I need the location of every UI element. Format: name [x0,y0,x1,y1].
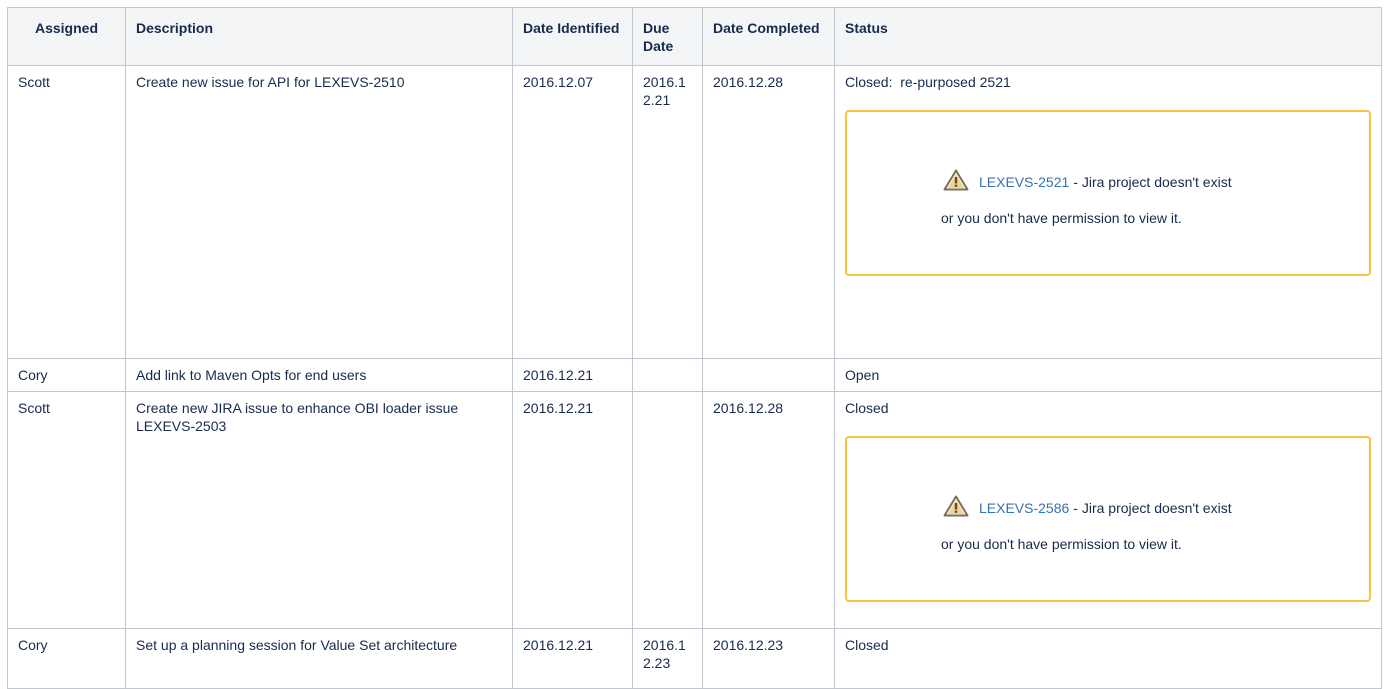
header-assigned: Assigned [7,7,126,66]
header-date-completed: Date Completed [702,7,835,66]
cell-date-identified: 2016.12.21 [512,391,633,629]
cell-date-completed: 2016.12.28 [702,65,835,359]
table-row: Scott Create new issue for API for LEXEV… [7,65,1382,359]
jira-issue-panel: LEXEVS-2521 - Jira project doesn't exist… [845,110,1371,276]
jira-message-text: - Jira project doesn't exist [1073,500,1232,516]
cell-due-date [632,358,703,392]
jira-message-continuation: or you don't have permission to view it. [941,536,1182,552]
action-items-table: Assigned Description Date Identified Due… [7,7,1382,689]
jira-issue-link[interactable]: LEXEVS-2521 [979,173,1069,191]
header-description: Description [125,7,513,66]
cell-assigned: Cory [7,358,126,392]
cell-status: Closed: re-purposed 2521 LEXEVS-2521 - J… [834,65,1382,359]
warning-triangle-icon [943,169,969,191]
cell-status: Closed [834,628,1382,689]
table-header-row: Assigned Description Date Identified Due… [7,7,1382,66]
warning-triangle-icon [943,495,969,517]
header-status: Status [834,7,1382,66]
table-row: Cory Set up a planning session for Value… [7,628,1382,689]
cell-date-identified: 2016.12.07 [512,65,633,359]
jira-message-text: - Jira project doesn't exist [1073,174,1232,190]
status-text: Closed [845,637,889,653]
cell-assigned: Scott [7,65,126,359]
jira-message-line: LEXEVS-2586 - Jira project doesn't exist [943,495,1369,517]
header-date-identified: Date Identified [512,7,633,66]
jira-message-line: LEXEVS-2521 - Jira project doesn't exist [943,169,1369,191]
cell-date-completed: 2016.12.28 [702,391,835,629]
cell-due-date: 2016.12.23 [632,628,703,689]
cell-description: Create new issue for API for LEXEVS-2510 [125,65,513,359]
cell-date-identified: 2016.12.21 [512,628,633,689]
status-text: Open [845,367,880,383]
jira-issue-panel: LEXEVS-2586 - Jira project doesn't exist… [845,436,1371,602]
header-due-date: Due Date [632,7,703,66]
cell-due-date: 2016.12.21 [632,65,703,359]
status-text: Closed: re-purposed 2521 [845,74,1011,90]
cell-due-date [632,391,703,629]
action-items-table-wrapper: Assigned Description Date Identified Due… [7,7,1382,689]
cell-assigned: Cory [7,628,126,689]
jira-issue-link[interactable]: LEXEVS-2586 [979,499,1069,517]
cell-status: Open [834,358,1382,392]
cell-description: Set up a planning session for Value Set … [125,628,513,689]
cell-status: Closed LEXEVS-2586 - Jira project doesn'… [834,391,1382,629]
cell-description: Create new JIRA issue to enhance OBI loa… [125,391,513,629]
table-row: Cory Add link to Maven Opts for end user… [7,358,1382,392]
status-text: Closed [845,400,889,416]
cell-date-completed: 2016.12.23 [702,628,835,689]
cell-description: Add link to Maven Opts for end users [125,358,513,392]
cell-assigned: Scott [7,391,126,629]
table-row: Scott Create new JIRA issue to enhance O… [7,391,1382,629]
cell-date-identified: 2016.12.21 [512,358,633,392]
jira-message-continuation: or you don't have permission to view it. [941,210,1182,226]
cell-date-completed [702,358,835,392]
